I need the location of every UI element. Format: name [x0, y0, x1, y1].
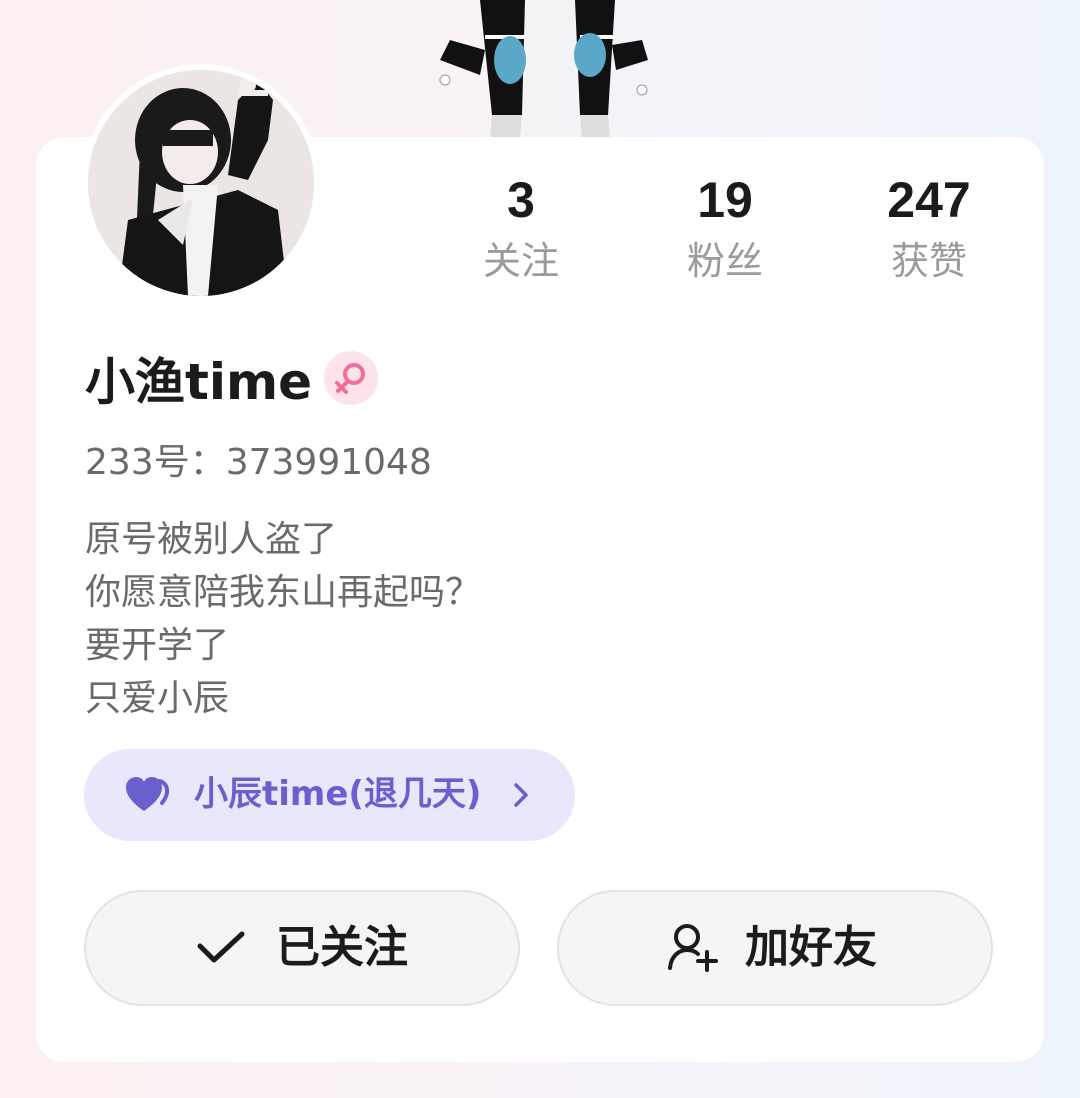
followers-label: 粉丝 — [686, 239, 763, 283]
stat-followers[interactable]: 19 粉丝 — [625, 170, 825, 284]
avatar-image — [88, 70, 314, 296]
partner-name: 小辰time(退几天) — [194, 774, 482, 814]
likes-count: 247 — [887, 172, 971, 228]
female-icon — [324, 351, 378, 405]
stat-likes[interactable]: 247 获赞 — [829, 170, 1029, 284]
likes-label: 获赞 — [890, 239, 967, 283]
user-id: 233号：373991048 — [85, 442, 432, 483]
add-user-icon — [667, 922, 719, 979]
bio-line: 只爱小辰 — [85, 678, 230, 719]
banner-character-image — [430, 0, 660, 140]
checkmark-icon — [196, 928, 246, 973]
following-count: 3 — [507, 172, 535, 228]
bio-line: 你愿意陪我东山再起吗？ — [85, 572, 482, 613]
avatar[interactable] — [82, 64, 320, 302]
partner-tag[interactable]: 小辰time(退几天) — [84, 749, 575, 841]
add-friend-button-label: 加好友 — [745, 922, 877, 973]
followers-count: 19 — [697, 172, 753, 228]
followed-button[interactable]: 已关注 — [84, 890, 520, 1006]
stat-following[interactable]: 3 关注 — [421, 170, 621, 284]
heart-icon — [124, 775, 174, 820]
bio: 原号被别人盗了 你愿意陪我东山再起吗？ 要开学了 只爱小辰 — [85, 513, 481, 725]
username: 小渔time — [85, 353, 313, 411]
following-label: 关注 — [482, 239, 559, 283]
chevron-right-icon — [510, 779, 534, 816]
bio-line: 原号被别人盗了 — [85, 519, 338, 560]
bio-line: 要开学了 — [85, 625, 230, 666]
add-friend-button[interactable]: 加好友 — [557, 890, 993, 1006]
followed-button-label: 已关注 — [276, 922, 408, 973]
